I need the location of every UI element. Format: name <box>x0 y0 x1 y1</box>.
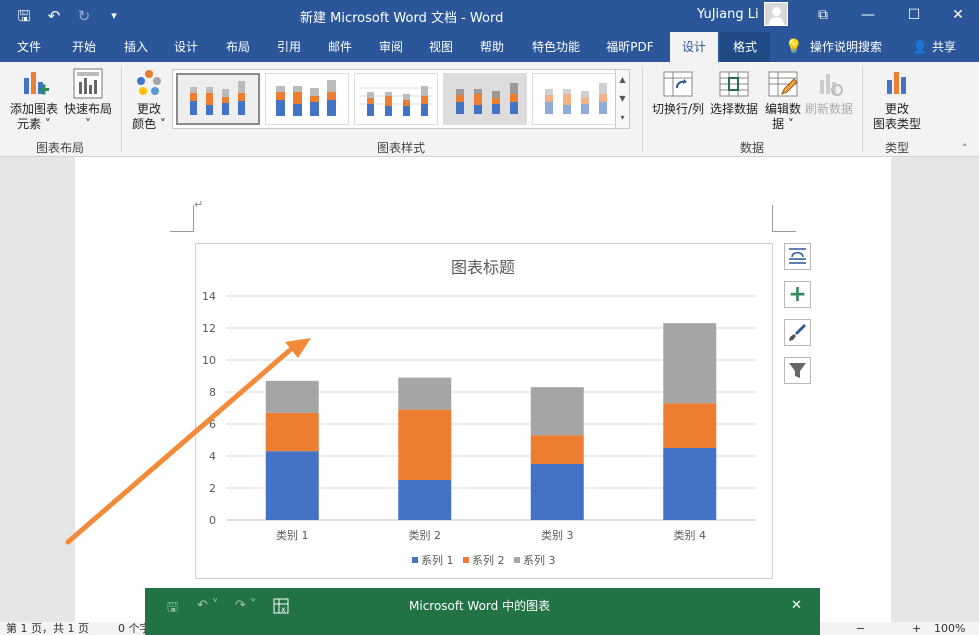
group-separator <box>121 66 122 152</box>
switch-row-column-label: 切换行/列 <box>651 102 705 116</box>
zoom-out-button[interactable]: − <box>856 622 865 635</box>
save-icon[interactable]: 🖫 <box>14 6 34 26</box>
lightbulb-icon: 💡 <box>785 39 803 55</box>
share-button[interactable]: 共享 <box>932 32 964 62</box>
share-person-icon: 👤 <box>912 40 928 54</box>
tell-me-search[interactable]: 操作说明搜索 <box>810 32 890 62</box>
ribbon-display-options-button[interactable]: ⧉ <box>800 0 846 32</box>
data-window-save-icon[interactable]: 🖫 <box>167 598 178 620</box>
redo-icon[interactable]: ↻ <box>74 6 94 26</box>
switch-row-column-button[interactable]: 切换行/列 <box>648 68 708 117</box>
zoom-in-button[interactable]: + <box>912 622 921 635</box>
data-window-undo-icon[interactable]: ↶ ˅ <box>197 598 219 613</box>
quick-access-toolbar: 🖫 ↶ ↻ ▾ <box>14 6 124 26</box>
page-count[interactable]: 第 1 页，共 1 页 <box>6 622 89 635</box>
minimize-button[interactable]: — <box>845 0 891 32</box>
group-label-type: 类型 <box>884 141 909 155</box>
change-chart-type-label-2: 图表类型 <box>872 117 921 131</box>
tab-chart-design[interactable]: 设计 <box>670 32 718 62</box>
collapse-ribbon-icon[interactable]: ˄ <box>962 142 968 155</box>
edit-in-excel-icon[interactable]: x <box>273 598 289 618</box>
refresh-data-label: 刷新数据 <box>804 102 853 116</box>
edit-data-label-2: 据 ˅ <box>772 117 794 131</box>
tab-design[interactable]: 设计 <box>164 32 208 62</box>
gallery-scroll[interactable]: ▲ ▼ ▾ <box>615 70 629 128</box>
avatar[interactable] <box>764 2 788 26</box>
chart-style-5[interactable] <box>532 73 616 125</box>
add-chart-element-label-1: 添加图表 <box>9 102 58 116</box>
tab-mailings[interactable]: 邮件 <box>318 32 362 62</box>
tab-insert[interactable]: 插入 <box>114 32 158 62</box>
group-label-chart-styles: 图表样式 <box>376 141 425 155</box>
tab-home[interactable]: 开始 <box>62 32 106 62</box>
zoom-level[interactable]: 100% <box>934 622 965 635</box>
change-colors-button[interactable]: 更改 颜色 ˅ <box>126 68 172 132</box>
group-separator <box>642 66 643 152</box>
annotation-arrow <box>65 338 311 545</box>
change-chart-type-icon <box>882 68 912 98</box>
tab-foxit-pdf[interactable]: 福昕PDF <box>600 32 660 62</box>
edit-data-label-1: 编辑数 <box>764 102 801 116</box>
switch-row-column-icon <box>663 68 693 98</box>
document-area: ↵ 图表标题 0 2 4 6 8 10 12 14 类别 1 类别 2 类别 3 类别 4 系列 1… <box>0 157 979 622</box>
group-separator <box>862 66 863 152</box>
add-chart-element-label-2: 元素 ˅ <box>17 117 51 131</box>
svg-text:x: x <box>281 605 286 614</box>
gallery-more-icon[interactable]: ▾ <box>616 108 629 127</box>
refresh-data-button[interactable]: 刷新数据 <box>802 68 856 117</box>
select-data-button[interactable]: 选择数据 <box>706 68 762 117</box>
tab-chart-format[interactable]: 格式 <box>720 32 770 62</box>
tab-file[interactable]: 文件 <box>6 32 52 62</box>
gallery-up-icon[interactable]: ▲ <box>616 70 629 89</box>
add-chart-element-icon <box>19 68 49 98</box>
quick-layout-icon <box>73 68 103 99</box>
group-label-data: 数据 <box>739 141 764 155</box>
change-chart-type-button[interactable]: 更改 图表类型 <box>868 68 926 132</box>
title-bar: 🖫 ↶ ↻ ▾ 新建 Microsoft Word 文档 - Word YuJi… <box>0 0 979 32</box>
tab-help[interactable]: 帮助 <box>470 32 514 62</box>
select-data-label: 选择数据 <box>709 102 758 116</box>
chart-style-3[interactable] <box>354 73 438 125</box>
select-data-icon <box>719 68 749 98</box>
refresh-data-icon <box>814 68 844 98</box>
undo-icon[interactable]: ↶ <box>44 6 64 26</box>
edit-data-button[interactable]: 编辑数 据 ˅ <box>760 68 806 132</box>
data-window-close-button[interactable]: ✕ <box>791 598 802 613</box>
edit-data-icon <box>768 68 798 98</box>
tab-references[interactable]: 引用 <box>267 32 311 62</box>
ribbon-tab-bar: 文件 开始 插入 设计 布局 引用 邮件 审阅 视图 帮助 特色功能 福昕PDF… <box>0 32 979 62</box>
quick-layout-dropdown-icon: ˅ <box>85 117 91 131</box>
data-window-redo-icon[interactable]: ↷ ˅ <box>235 598 257 613</box>
window-title: 新建 Microsoft Word 文档 - Word <box>300 11 504 26</box>
chart-style-1[interactable] <box>176 73 260 125</box>
change-colors-label-2: 颜色 ˅ <box>132 117 166 131</box>
change-colors-label-1: 更改 <box>136 102 161 116</box>
add-chart-element-button[interactable]: 添加图表 元素 ˅ <box>4 68 64 132</box>
chart-data-window: 🖫 ↶ ˅ ↷ ˅ x Microsoft Word 中的图表 ✕ <box>145 588 820 635</box>
change-chart-type-label-1: 更改 <box>884 102 909 116</box>
quick-layout-button[interactable]: 快速布局 ˅ <box>60 68 116 132</box>
gallery-down-icon[interactable]: ▼ <box>616 89 629 108</box>
tab-view[interactable]: 视图 <box>419 32 463 62</box>
restore-button[interactable]: ☐ <box>891 0 937 32</box>
user-name[interactable]: YuJiang Li <box>697 7 759 22</box>
palette-icon <box>134 68 164 98</box>
chart-styles-gallery: ▲ ▼ ▾ <box>172 69 630 129</box>
chart-style-2[interactable] <box>265 73 349 125</box>
tab-special-features[interactable]: 特色功能 <box>526 32 586 62</box>
data-window-title: Microsoft Word 中的图表 <box>409 599 551 613</box>
tab-layout[interactable]: 布局 <box>216 32 260 62</box>
close-button[interactable]: ✕ <box>935 0 979 32</box>
group-label-chart-layouts: 图表布局 <box>35 141 84 155</box>
customize-qat-icon[interactable]: ▾ <box>104 6 124 26</box>
chart-style-4[interactable] <box>443 73 527 125</box>
tab-review[interactable]: 审阅 <box>369 32 413 62</box>
quick-layout-label: 快速布局 <box>63 102 112 116</box>
ribbon: 添加图表 元素 ˅ 快速布局 ˅ 图表布局 更改 颜色 ˅ ▲ ▼ ▾ 图表样式… <box>0 62 979 157</box>
